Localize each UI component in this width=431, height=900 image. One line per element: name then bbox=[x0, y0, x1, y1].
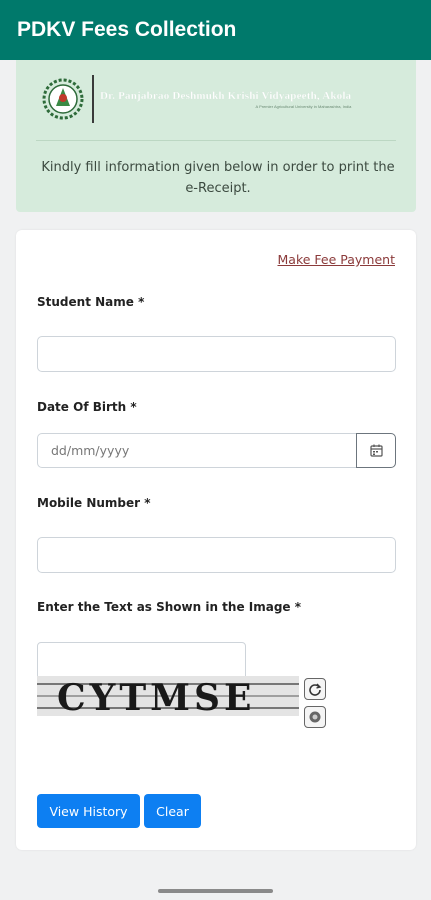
clear-button[interactable]: Clear bbox=[144, 794, 201, 828]
captcha-label: Enter the Text as Shown in the Image * bbox=[37, 600, 302, 614]
refresh-captcha-button[interactable] bbox=[304, 678, 326, 700]
university-banner: Dr. Panjabrao Deshmukh Krishi Vidyapeeth… bbox=[16, 60, 416, 212]
university-name: Dr. Panjabrao Deshmukh Krishi Vidyapeeth… bbox=[100, 89, 352, 102]
mobile-number-input[interactable] bbox=[37, 537, 396, 573]
dob-label: Date Of Birth * bbox=[37, 400, 137, 414]
student-name-label: Student Name * bbox=[37, 295, 145, 309]
audio-captcha-button[interactable] bbox=[304, 706, 326, 728]
university-logo-row: Dr. Panjabrao Deshmukh Krishi Vidyapeeth… bbox=[42, 74, 392, 124]
dob-field: dd/mm/yyyy bbox=[37, 433, 396, 468]
university-emblem-icon bbox=[42, 78, 84, 120]
make-fee-payment-link[interactable]: Make Fee Payment bbox=[278, 252, 396, 267]
logo-divider bbox=[92, 75, 94, 123]
view-history-button[interactable]: View History bbox=[37, 794, 140, 828]
captcha-input[interactable] bbox=[37, 642, 246, 678]
captcha-image: CYTMSE bbox=[37, 676, 299, 716]
app-title: PDKV Fees Collection bbox=[17, 18, 237, 41]
banner-divider bbox=[36, 140, 396, 141]
mobile-label: Mobile Number * bbox=[37, 496, 151, 510]
calendar-button[interactable] bbox=[356, 433, 396, 468]
captcha-text: CYTMSE bbox=[57, 677, 255, 716]
audio-icon bbox=[309, 711, 321, 723]
university-name-block: Dr. Panjabrao Deshmukh Krishi Vidyapeeth… bbox=[100, 89, 352, 109]
calendar-icon bbox=[369, 444, 383, 457]
university-subtitle: A Premier Agricultural University in Mah… bbox=[255, 103, 352, 109]
refresh-icon bbox=[309, 683, 322, 696]
dob-input[interactable]: dd/mm/yyyy bbox=[37, 433, 357, 468]
student-name-input[interactable] bbox=[37, 336, 396, 372]
receipt-form-card: Make Fee Payment Student Name * Date Of … bbox=[16, 230, 416, 850]
banner-message: Kindly fill information given below in o… bbox=[41, 160, 395, 196]
gesture-home-bar[interactable] bbox=[158, 889, 273, 893]
app-bar: PDKV Fees Collection bbox=[0, 0, 431, 60]
